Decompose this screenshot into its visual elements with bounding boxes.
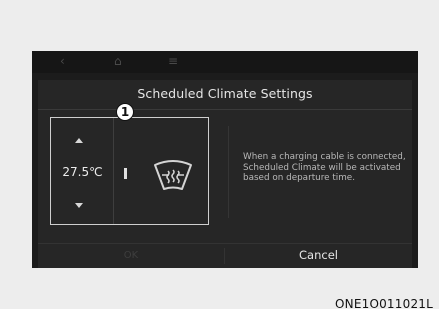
cancel-button[interactable]: Cancel (225, 244, 412, 268)
ok-button[interactable]: OK (38, 244, 224, 268)
temperature-panel: 27.5℃ (51, 118, 114, 224)
scheduled-climate-dialog: Scheduled Climate Settings 27.5℃ When a … (38, 80, 412, 268)
infotainment-screen: ‹ ⌂ ≡ Scheduled Climate Settings 27.5℃ W… (32, 51, 418, 268)
menu-icon[interactable]: ≡ (168, 54, 178, 68)
dialog-title: Scheduled Climate Settings (137, 86, 313, 101)
home-icon[interactable]: ⌂ (114, 54, 122, 68)
top-bar: ‹ ⌂ ≡ (32, 51, 418, 73)
image-code-label: ONE1O011021L (335, 297, 433, 309)
temperature-value: 27.5℃ (62, 165, 103, 179)
arrow-down-icon[interactable] (75, 203, 83, 208)
callout-marker: 1 (116, 103, 134, 121)
info-text: When a charging cable is connected, Sche… (243, 152, 406, 183)
climate-control-group: 27.5℃ (50, 117, 209, 225)
arrow-up-icon[interactable] (75, 138, 83, 143)
front-defrost-button[interactable] (138, 132, 208, 214)
back-icon[interactable]: ‹ (60, 54, 65, 68)
front-defrost-icon (154, 160, 192, 190)
title-divider (38, 109, 412, 110)
content-divider (228, 126, 229, 218)
defrost-indicator (124, 168, 127, 179)
